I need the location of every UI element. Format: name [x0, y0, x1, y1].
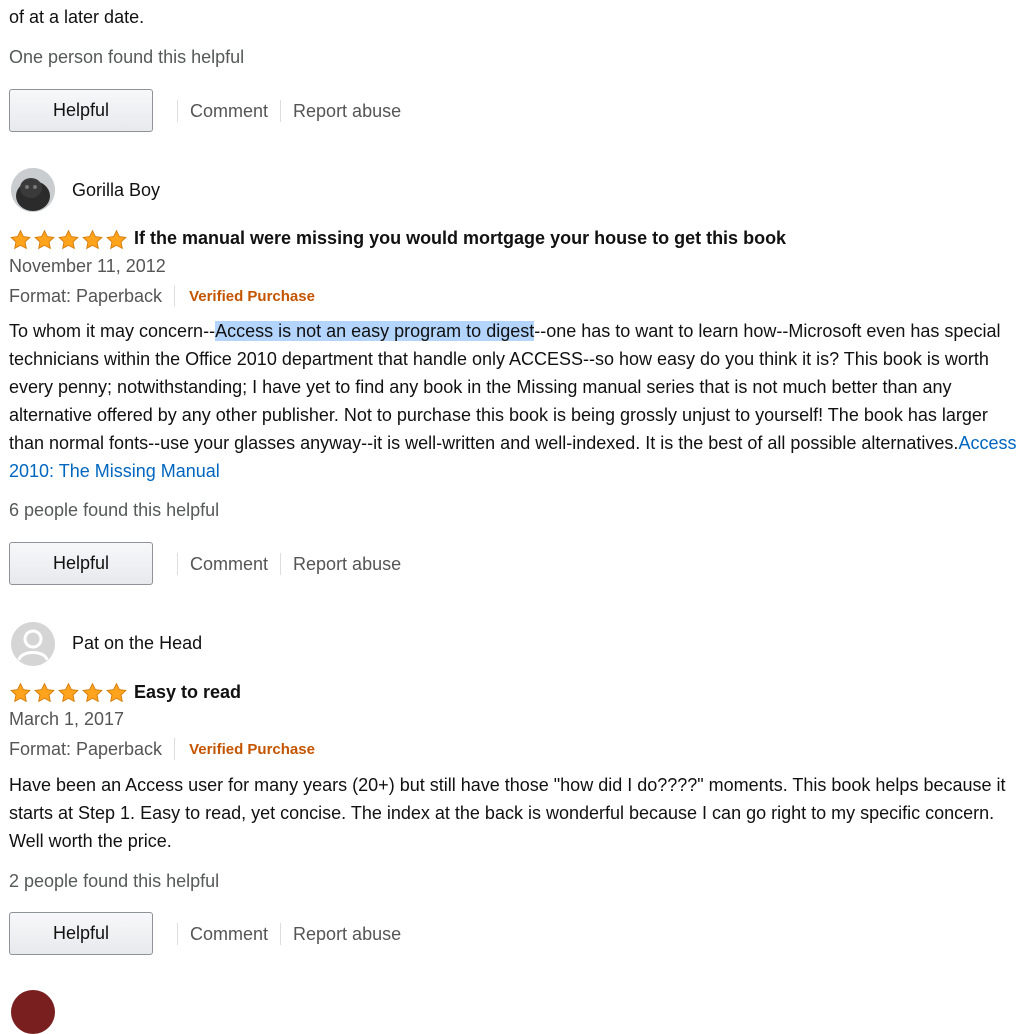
star-rating[interactable]	[9, 229, 128, 251]
star-icon	[10, 229, 31, 250]
review-body: Have been an Access user for many years …	[9, 775, 1006, 851]
report-abuse-link[interactable]: Report abuse	[281, 101, 413, 122]
user-photo-icon[interactable]	[11, 990, 55, 1034]
comment-link[interactable]: Comment	[178, 924, 280, 945]
star-icon	[58, 229, 79, 250]
comment-link[interactable]: Comment	[178, 554, 280, 575]
previous-review-text-fragment: of at a later date.	[9, 7, 145, 27]
star-rating[interactable]	[9, 682, 128, 704]
format-label: Format: Paperback	[9, 738, 163, 759]
helpful-button[interactable]: Helpful	[9, 89, 153, 132]
star-icon	[82, 682, 103, 703]
report-abuse-link[interactable]: Report abuse	[281, 554, 413, 575]
review-title[interactable]: If the manual were missing you would mor…	[134, 228, 786, 249]
verified-purchase-badge: Verified Purchase	[189, 740, 315, 758]
review-body: To whom it may concern--Access is not an…	[9, 317, 1019, 485]
comment-link[interactable]: Comment	[178, 101, 280, 122]
report-abuse-link[interactable]: Report abuse	[281, 924, 413, 945]
helpful-count: One person found this helpful	[9, 47, 245, 67]
helpful-button[interactable]: Helpful	[9, 542, 153, 585]
star-icon	[34, 229, 55, 250]
review-actions: Comment Report abuse	[177, 553, 413, 575]
divider	[174, 738, 176, 760]
star-icon	[58, 682, 79, 703]
format-row: Format: Paperback Verified Purchase	[9, 738, 315, 760]
review-actions: Comment Report abuse	[177, 100, 413, 122]
user-photo-icon[interactable]	[11, 168, 55, 212]
verified-purchase-badge: Verified Purchase	[189, 287, 315, 305]
format-row: Format: Paperback Verified Purchase	[9, 285, 315, 307]
divider	[174, 285, 176, 307]
reviewer-name[interactable]: Pat on the Head	[72, 633, 202, 654]
review-date: March 1, 2017	[9, 709, 125, 729]
review-title[interactable]: Easy to read	[134, 682, 241, 703]
format-label: Format: Paperback	[9, 285, 163, 306]
helpful-count: 6 people found this helpful	[9, 500, 220, 520]
star-icon	[82, 229, 103, 250]
review-body-text: To whom it may concern--	[9, 321, 216, 341]
default-avatar-icon[interactable]	[11, 622, 55, 666]
star-icon	[106, 229, 127, 250]
review-date: November 11, 2012	[9, 256, 166, 276]
selected-text: Access is not an easy program to digest	[215, 321, 535, 341]
helpful-count: 2 people found this helpful	[9, 871, 220, 891]
star-icon	[10, 682, 31, 703]
star-icon	[34, 682, 55, 703]
helpful-button[interactable]: Helpful	[9, 912, 153, 955]
star-icon	[106, 682, 127, 703]
reviewer-name[interactable]: Gorilla Boy	[72, 180, 160, 201]
review-actions: Comment Report abuse	[177, 923, 413, 945]
